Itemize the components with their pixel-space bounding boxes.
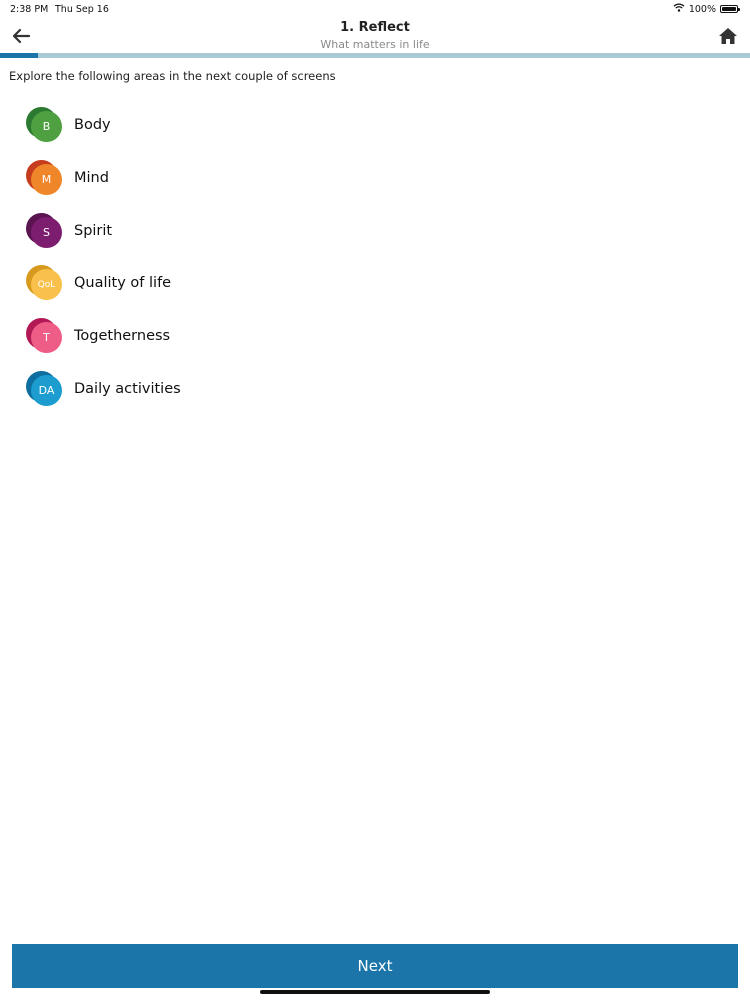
progress-fill [0,53,38,58]
home-indicator [260,990,490,994]
area-label: Daily activities [74,380,181,397]
battery-percent: 100% [688,3,716,15]
area-badge-icon: S [26,212,62,249]
area-label: Togetherness [74,328,171,345]
area-label: Mind [74,170,109,187]
area-item[interactable]: M Mind [26,152,181,205]
home-button[interactable] [718,26,738,46]
page-subtitle: What matters in life [320,38,430,51]
area-badge-abbr: M [31,164,62,196]
area-item[interactable]: DA Daily activities [26,362,181,415]
area-badge-icon: QoL [26,265,62,301]
wifi-icon [673,3,685,15]
page-title: 1. Reflect [340,20,410,35]
status-time: 2:38 PM [10,4,49,15]
status-bar: 2:38 PM Thu Sep 16 100% [0,0,750,18]
area-badge-abbr: S [31,216,62,248]
progress-bar [0,53,750,58]
area-item[interactable]: T Togetherness [26,310,181,363]
area-badge-icon: B [26,107,62,143]
area-badge-abbr: B [31,111,62,143]
area-label: Body [74,117,111,134]
area-badge-icon: M [26,160,62,196]
areas-list: B Body M Mind S Spirit QoL Quality of life T Toge… [26,99,181,415]
area-label: Quality of life [74,275,172,292]
battery-icon [720,5,740,13]
area-item[interactable]: B Body [26,99,181,152]
next-button[interactable]: Next [12,944,738,988]
home-icon [719,28,737,44]
area-badge-abbr: T [31,322,62,354]
area-badge-abbr: DA [31,374,62,406]
area-badge-icon: T [26,318,62,354]
area-badge-icon: DA [26,370,62,407]
area-badge-abbr: QoL [31,269,62,301]
area-label: Spirit [74,222,113,239]
status-date: Thu Sep 16 [55,4,109,15]
area-item[interactable]: QoL Quality of life [26,257,181,310]
intro-text: Explore the following areas in the next … [9,69,336,83]
header: 1. Reflect What matters in life [0,18,750,53]
area-item[interactable]: S Spirit [26,204,181,257]
next-button-label: Next [357,957,393,975]
status-right: 100% [673,3,740,15]
